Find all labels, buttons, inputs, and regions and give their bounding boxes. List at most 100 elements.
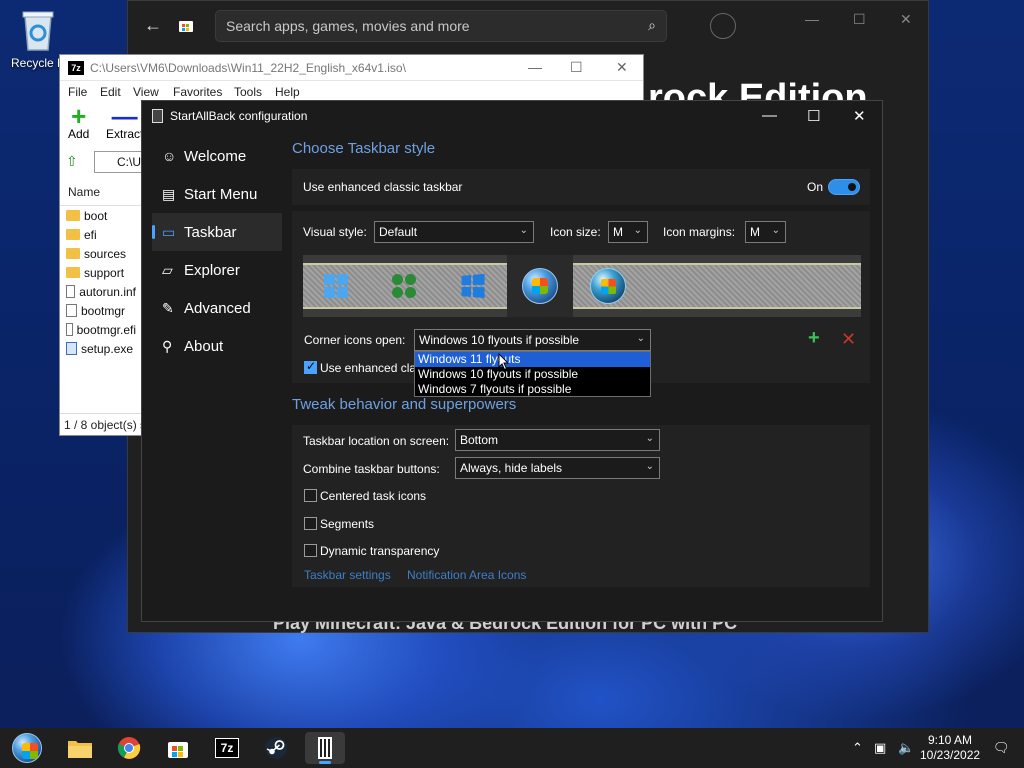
combine-buttons-value: Always, hide labels bbox=[460, 461, 563, 475]
sidebar-item-start-menu[interactable]: ▤ Start Menu bbox=[152, 175, 282, 213]
icon-size-select[interactable]: M ⌄ bbox=[608, 221, 648, 243]
taskbar-file-explorer[interactable] bbox=[60, 732, 100, 764]
minimize-icon[interactable]: — bbox=[528, 59, 542, 75]
dropdown-option[interactable]: Windows 11 flyouts bbox=[415, 352, 650, 367]
network-icon[interactable]: ▣ bbox=[874, 740, 886, 756]
menu-help[interactable]: Help bbox=[275, 85, 300, 99]
start-button[interactable] bbox=[7, 732, 47, 764]
maximize-icon[interactable]: ☐ bbox=[570, 59, 583, 76]
icon-margins-label: Icon margins: bbox=[663, 225, 736, 239]
taskbar-clock[interactable]: 9:10 AM 10/23/2022 bbox=[920, 733, 980, 763]
folder-icon bbox=[66, 267, 80, 278]
style-option-windows-vista[interactable] bbox=[575, 255, 641, 317]
store-search-input[interactable]: Search apps, games, movies and more ⌕ bbox=[215, 10, 667, 42]
enhanced-classic-toggle[interactable] bbox=[828, 179, 860, 195]
startallback-config-window[interactable]: StartAllBack configuration — ☐ ✕ ☺ Welco… bbox=[141, 100, 883, 622]
taskbar-chrome[interactable] bbox=[109, 732, 149, 764]
dropdown-option[interactable]: Windows 7 flyouts if possible bbox=[415, 382, 650, 397]
taskbar-location-select[interactable]: Bottom ⌄ bbox=[455, 429, 660, 451]
add-icon[interactable]: + bbox=[808, 327, 820, 350]
recycle-bin-icon bbox=[22, 11, 54, 51]
dropdown-option[interactable]: Windows 10 flyouts if possible bbox=[415, 367, 650, 382]
dynamic-transparency-checkbox[interactable] bbox=[304, 544, 317, 557]
close-icon[interactable]: ✕ bbox=[853, 107, 866, 125]
segments-checkbox[interactable] bbox=[304, 517, 317, 530]
up-folder-icon[interactable]: ⇧ bbox=[66, 153, 78, 170]
sidebar-item-advanced[interactable]: ✎ Advanced bbox=[152, 289, 282, 327]
file-row[interactable]: setup.exe bbox=[60, 339, 142, 358]
chevron-up-icon[interactable]: ⌃ bbox=[852, 740, 863, 756]
sevenzip-titlebar[interactable]: 7z C:\Users\VM6\Downloads\Win11_22H2_Eng… bbox=[60, 55, 643, 81]
combine-buttons-label: Combine taskbar buttons: bbox=[303, 462, 440, 476]
file-row[interactable]: support bbox=[60, 263, 142, 282]
centered-task-icons-checkbox[interactable] bbox=[304, 489, 317, 502]
file-row[interactable]: sources bbox=[60, 244, 142, 263]
icon-margins-select[interactable]: M ⌄ bbox=[745, 221, 786, 243]
visual-style-select[interactable]: Default ⌄ bbox=[374, 221, 534, 243]
minimize-icon[interactable]: — bbox=[805, 11, 819, 27]
notification-area-icons-link[interactable]: Notification Area Icons bbox=[407, 568, 526, 582]
file-row[interactable]: bootmgr.efi bbox=[60, 320, 142, 339]
style-option-windows-11[interactable] bbox=[303, 255, 369, 317]
file-name: bootmgr.efi bbox=[76, 322, 136, 337]
combine-buttons-select[interactable]: Always, hide labels ⌄ bbox=[455, 457, 660, 479]
file-name: setup.exe bbox=[81, 341, 134, 356]
menu-favorites[interactable]: Favorites bbox=[173, 85, 222, 99]
file-row[interactable]: efi bbox=[60, 225, 142, 244]
folder-icon: ▱ bbox=[162, 261, 173, 278]
windows-vista-orb-icon bbox=[590, 268, 626, 304]
chevron-down-icon: ⌄ bbox=[771, 225, 780, 236]
file-row[interactable]: boot bbox=[60, 206, 142, 225]
sidebar-item-label: Start Menu bbox=[184, 185, 258, 203]
visual-style-label: Visual style: bbox=[303, 225, 367, 239]
sidebar-item-welcome[interactable]: ☺ Welcome bbox=[152, 137, 282, 175]
volume-icon[interactable]: 🔈 bbox=[898, 740, 914, 756]
profile-avatar-icon[interactable] bbox=[710, 13, 736, 39]
file-name: autorun.inf bbox=[79, 284, 136, 299]
folder-icon bbox=[66, 248, 80, 259]
add-button[interactable]: + Add bbox=[68, 103, 89, 141]
corner-icons-select[interactable]: Windows 10 flyouts if possible ⌄ bbox=[414, 329, 651, 351]
centered-task-icons-label: Centered task icons bbox=[320, 489, 427, 503]
search-icon[interactable]: ⌕ bbox=[648, 17, 656, 34]
notification-icon[interactable]: 🗨 bbox=[993, 740, 1010, 756]
file-row[interactable]: autorun.inf bbox=[60, 282, 142, 301]
extract-button[interactable]: — Extract bbox=[106, 103, 143, 141]
style-option-windows-10[interactable] bbox=[439, 255, 505, 317]
taskbar-icon: ▭ bbox=[162, 223, 176, 240]
maximize-icon[interactable]: ☐ bbox=[807, 107, 820, 125]
file-row[interactable]: bootmgr bbox=[60, 301, 142, 320]
sevenzip-file-list: Name boot efi sources support autorun.in… bbox=[60, 179, 142, 358]
clock-time: 9:10 AM bbox=[927, 733, 973, 747]
column-header-name[interactable]: Name bbox=[60, 179, 142, 206]
back-arrow-icon[interactable]: ← bbox=[144, 15, 162, 36]
sab-titlebar[interactable]: StartAllBack configuration — ☐ ✕ bbox=[142, 101, 882, 131]
remove-icon[interactable]: ✕ bbox=[841, 329, 856, 350]
file-name: efi bbox=[84, 227, 97, 242]
menu-edit[interactable]: Edit bbox=[100, 85, 121, 99]
enhanced-classic-state: On bbox=[807, 180, 824, 194]
sidebar-item-about[interactable]: ⚲ About bbox=[152, 327, 282, 365]
taskbar-settings-link[interactable]: Taskbar settings bbox=[304, 568, 391, 582]
taskbar-7zip[interactable]: 7z bbox=[207, 732, 247, 764]
sidebar-item-explorer[interactable]: ▱ Explorer bbox=[152, 251, 282, 289]
close-icon[interactable]: ✕ bbox=[900, 11, 912, 28]
use-enhanced-checkbox[interactable] bbox=[304, 359, 317, 374]
menu-view[interactable]: View bbox=[133, 85, 159, 99]
taskbar-startallback[interactable] bbox=[305, 732, 345, 764]
exe-icon bbox=[66, 342, 77, 355]
maximize-icon[interactable]: ☐ bbox=[853, 11, 866, 28]
folder-icon bbox=[66, 210, 80, 221]
taskbar-store[interactable] bbox=[158, 732, 198, 764]
taskbar-steam[interactable] bbox=[256, 732, 296, 764]
minimize-icon[interactable]: — bbox=[762, 107, 777, 124]
close-icon[interactable]: ✕ bbox=[616, 59, 628, 76]
menu-tools[interactable]: Tools bbox=[234, 85, 262, 99]
style-option-windows-7[interactable] bbox=[507, 255, 573, 317]
style-option-windows-8[interactable] bbox=[371, 255, 437, 317]
menu-file[interactable]: File bbox=[68, 85, 87, 99]
folder-icon bbox=[66, 229, 80, 240]
mouse-cursor-icon bbox=[498, 353, 510, 371]
sidebar-item-taskbar[interactable]: ▭ Taskbar bbox=[152, 213, 282, 251]
sab-sidebar-nav: ☺ Welcome ▤ Start Menu ▭ Taskbar ▱ Explo… bbox=[152, 137, 282, 365]
